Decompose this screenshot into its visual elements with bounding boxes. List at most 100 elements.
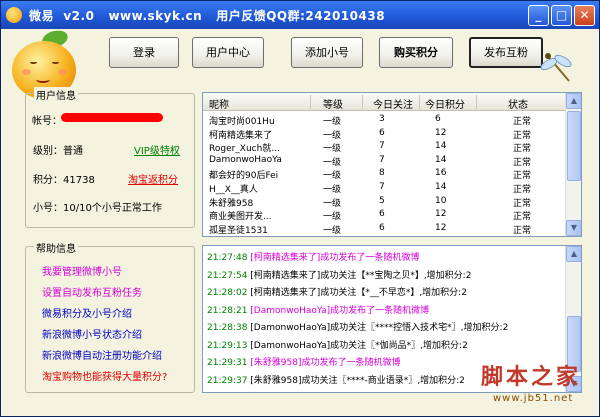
table-cell: 正常 — [513, 157, 532, 168]
accounts-table[interactable]: 昵称 等级 今日关注 今日积分 状态 淘宝时尚001Hu 一级 3 6 正常 柯南精选集来… — [202, 92, 582, 237]
publish-fans-button[interactable]: 发布互粉 — [469, 37, 543, 68]
table-cell: DamonwoHaoYa — [209, 154, 282, 165]
log-time: 21:29:13 — [207, 340, 248, 351]
column-header[interactable]: 今日关注 — [373, 96, 413, 111]
table-cell: Roger_Xuch就... — [209, 144, 280, 155]
log-message: [朱舒雅958]成功关注〖****-商业语录*〗,增加积分:2 — [250, 375, 465, 386]
table-cell: 6 — [379, 209, 385, 220]
table-row[interactable]: Roger_Xuch就... 一级 7 14 正常 — [203, 140, 567, 155]
table-header: 昵称 等级 今日关注 今日积分 状态 — [203, 93, 567, 111]
table-cell: 14 — [435, 141, 447, 152]
table-cell: 12 — [435, 222, 447, 233]
help-link[interactable]: 淘宝购物也能获得大量积分? — [42, 368, 167, 383]
log-line: 21:29:13 [DamonwoHaoYa]成功关注〖*伽尚品*〗,增加积分:… — [207, 338, 468, 351]
log-time: 21:27:48 — [207, 253, 248, 263]
table-cell: 正常 — [513, 117, 532, 127]
table-cell: 淘宝时尚001Hu — [209, 117, 275, 127]
log-line: 21:28:38 [DamonwoHaoYa]成功关注〖****控悟入技术宅*〗… — [207, 320, 508, 333]
log-time: 21:29:37 — [207, 375, 248, 386]
table-cell: 正常 — [513, 212, 532, 223]
points-label: 积分：41738 — [33, 175, 95, 186]
table-cell: 6 — [379, 222, 385, 233]
scroll-down-icon[interactable]: ▼ — [566, 220, 581, 236]
table-cell: 一级 — [323, 117, 342, 127]
level-label: 级别：普通 — [33, 146, 83, 157]
table-cell: 14 — [435, 182, 447, 192]
table-cell: 16 — [435, 168, 447, 179]
table-cell: 正常 — [513, 144, 532, 155]
log-line: 21:29:37 [朱舒雅958]成功关注〖****-商业语录*〗,增加积分:2 — [207, 373, 465, 386]
table-cell: 正常 — [513, 225, 532, 236]
table-cell: 一级 — [323, 144, 342, 155]
watermark-url: www.jb51.net — [493, 393, 574, 404]
scroll-up-icon[interactable]: ▲ — [566, 93, 581, 109]
help-link[interactable]: 新浪微博小号状态介绍 — [42, 326, 142, 341]
table-cell: 一级 — [323, 198, 342, 209]
log-time: 21:29:31 — [207, 358, 248, 368]
close-button[interactable]: ✕ — [574, 5, 595, 26]
log-line: 21:28:21 [DamonwoHaoYa]成功发布了一条随机微博 — [207, 303, 429, 316]
scroll-up-icon[interactable]: ▲ — [566, 246, 581, 262]
table-cell: 一级 — [323, 212, 342, 223]
log-line: 21:29:31 [朱舒雅958]成功发布了一条随机微博 — [207, 355, 401, 368]
title-bar[interactable]: 微易 v2.0 www.skyk.cn 用户反馈QQ群:242010438 _ … — [1, 1, 599, 29]
table-row[interactable]: 柯南精选集来了 一级 6 12 正常 — [203, 127, 567, 141]
minimize-button[interactable]: _ — [528, 5, 549, 26]
log-message: [柯南精选集来了]成功关注【**宝陶之贝*】,增加积分:2 — [250, 270, 472, 281]
user-center-button[interactable]: 用户中心 — [192, 37, 264, 68]
table-row[interactable]: 商业美图开发... 一级 6 12 正常 — [203, 208, 567, 223]
table-scrollbar[interactable]: ▲ ▼ — [565, 93, 581, 236]
help-link[interactable]: 微易积分及小号介绍 — [42, 305, 132, 320]
dragonfly-icon — [540, 53, 572, 82]
table-row[interactable]: 淘宝时尚001Hu 一级 3 6 正常 — [203, 113, 567, 127]
table-row[interactable]: 孤星圣徒1531 一级 6 12 正常 — [203, 222, 567, 236]
help-title: 帮助信息 — [34, 240, 78, 255]
table-row[interactable]: 朱舒雅958 一级 5 10 正常 — [203, 195, 567, 209]
table-row[interactable]: 都会好的90后Fei 一级 8 16 正常 — [203, 167, 567, 182]
table-cell: 3 — [379, 114, 385, 124]
table-cell: 一级 — [323, 157, 342, 168]
help-link[interactable]: 新浪微博自动注册功能介绍 — [42, 347, 162, 362]
vip-privilege-link[interactable]: VIP级特权 — [134, 142, 180, 157]
maximize-button[interactable]: □ — [551, 5, 572, 26]
table-cell: 一级 — [323, 130, 342, 141]
log-time: 21:28:02 — [207, 288, 248, 298]
column-header[interactable]: 状态 — [508, 96, 528, 111]
log-message: [柯南精选集来了]成功关注【*__不早恋*】,增加积分:2 — [250, 288, 467, 298]
window-title: 微易 v2.0 www.skyk.cn 用户反馈QQ群:242010438 — [29, 9, 386, 23]
column-header[interactable]: 今日积分 — [425, 96, 465, 111]
table-cell: 朱舒雅958 — [209, 198, 254, 209]
table-cell: 5 — [379, 195, 385, 206]
table-cell: 都会好的90后Fei — [209, 171, 279, 182]
scroll-thumb[interactable] — [567, 111, 581, 181]
table-cell: 7 — [379, 182, 385, 192]
account-label: 帐号： — [32, 116, 62, 127]
table-cell: 柯南精选集来了 — [209, 130, 273, 141]
help-link[interactable]: 设置自动发布互粉任务 — [42, 284, 142, 299]
buy-points-button[interactable]: 购买积分 — [379, 37, 453, 68]
table-cell: 正常 — [513, 130, 532, 141]
table-cell: 7 — [379, 141, 385, 152]
table-row[interactable]: DamonwoHaoYa 一级 7 14 正常 — [203, 154, 567, 168]
table-cell: 7 — [379, 154, 385, 165]
log-line: 21:27:48 [柯南精选集来了]成功发布了一条随机微博 — [207, 250, 419, 263]
add-account-button[interactable]: 添加小号 — [291, 37, 363, 68]
app-icon — [6, 7, 22, 23]
table-cell: 正常 — [513, 198, 532, 209]
user-info-title: 用户信息 — [34, 87, 78, 102]
login-button[interactable]: 登录 — [109, 37, 179, 68]
help-link[interactable]: 我要管理微博小号 — [42, 263, 122, 278]
table-cell: 8 — [379, 168, 385, 179]
table-cell: H__X__真人 — [209, 185, 258, 195]
taobao-points-link[interactable]: 淘宝返积分 — [128, 171, 178, 186]
column-header[interactable]: 昵称 — [209, 96, 229, 111]
log-time: 21:27:54 — [207, 270, 248, 281]
table-cell: 正常 — [513, 185, 532, 195]
table-row[interactable]: H__X__真人 一级 7 14 正常 — [203, 181, 567, 195]
table-cell: 12 — [435, 127, 447, 138]
table-cell: 一级 — [323, 171, 342, 182]
column-header[interactable]: 等级 — [323, 96, 343, 111]
table-cell: 一级 — [323, 225, 342, 236]
table-cell: 6 — [435, 114, 441, 124]
app-window: 微易 v2.0 www.skyk.cn 用户反馈QQ群:242010438 _ … — [0, 0, 600, 417]
